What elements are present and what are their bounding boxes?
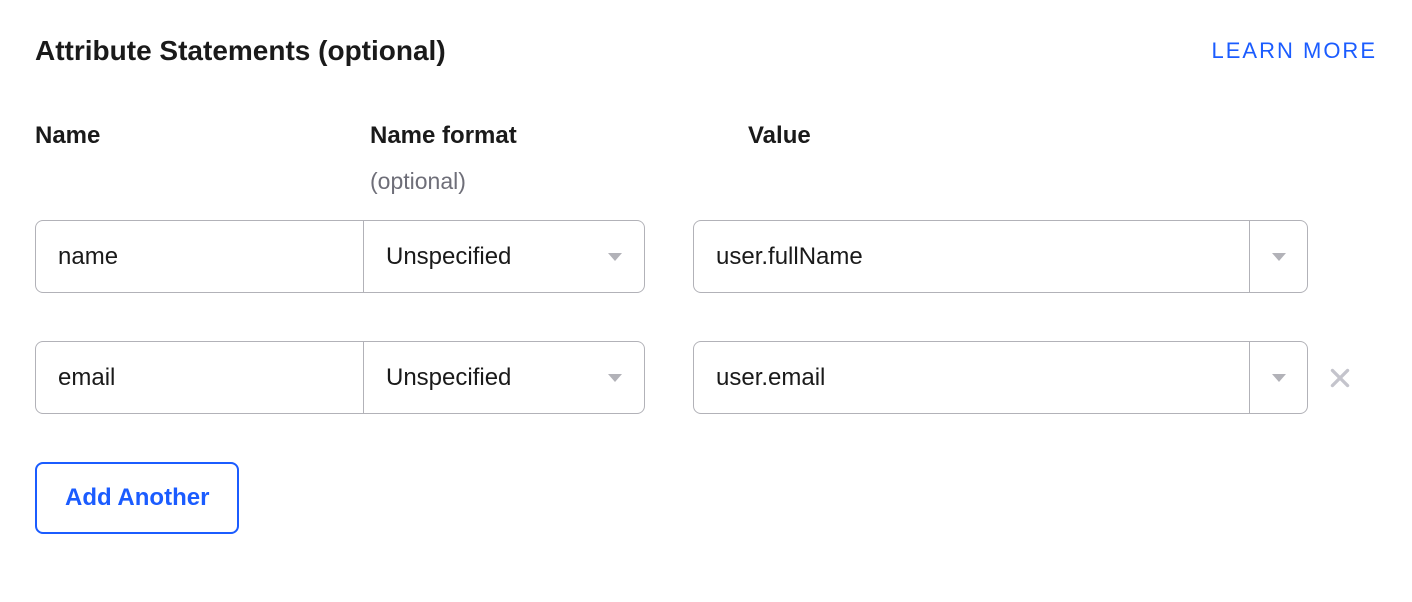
attribute-format-value: Unspecified (386, 364, 511, 392)
attribute-name-input[interactable] (35, 341, 364, 414)
chevron-down-icon (1272, 253, 1286, 261)
column-header-format-label: Name format (370, 122, 700, 150)
column-header-format: Name format (optional) (370, 122, 700, 195)
attribute-row: Unspecified (35, 341, 1377, 414)
attribute-value-input[interactable] (693, 341, 1250, 414)
column-header-format-optional: (optional) (370, 168, 700, 195)
attribute-format-value: Unspecified (386, 243, 511, 271)
chevron-down-icon (608, 253, 622, 261)
attribute-value-input[interactable] (693, 220, 1250, 293)
add-another-button[interactable]: Add Another (35, 462, 239, 534)
section-title: Attribute Statements (optional) (35, 35, 446, 67)
attribute-value-dropdown[interactable] (1250, 341, 1308, 414)
attribute-name-input[interactable] (35, 220, 364, 293)
column-header-name: Name (35, 122, 370, 195)
learn-more-link[interactable]: LEARN MORE (1212, 38, 1377, 64)
attribute-row: Unspecified (35, 220, 1377, 293)
chevron-down-icon (1272, 374, 1286, 382)
column-header-value: Value (748, 122, 811, 195)
remove-row-button[interactable] (1326, 364, 1354, 392)
attribute-format-select[interactable]: Unspecified (364, 341, 645, 414)
section-header: Attribute Statements (optional) LEARN MO… (35, 35, 1377, 67)
columns-header: Name Name format (optional) Value (35, 122, 1377, 195)
attribute-format-select[interactable]: Unspecified (364, 220, 645, 293)
close-icon (1327, 365, 1353, 391)
attribute-value-dropdown[interactable] (1250, 220, 1308, 293)
chevron-down-icon (608, 374, 622, 382)
